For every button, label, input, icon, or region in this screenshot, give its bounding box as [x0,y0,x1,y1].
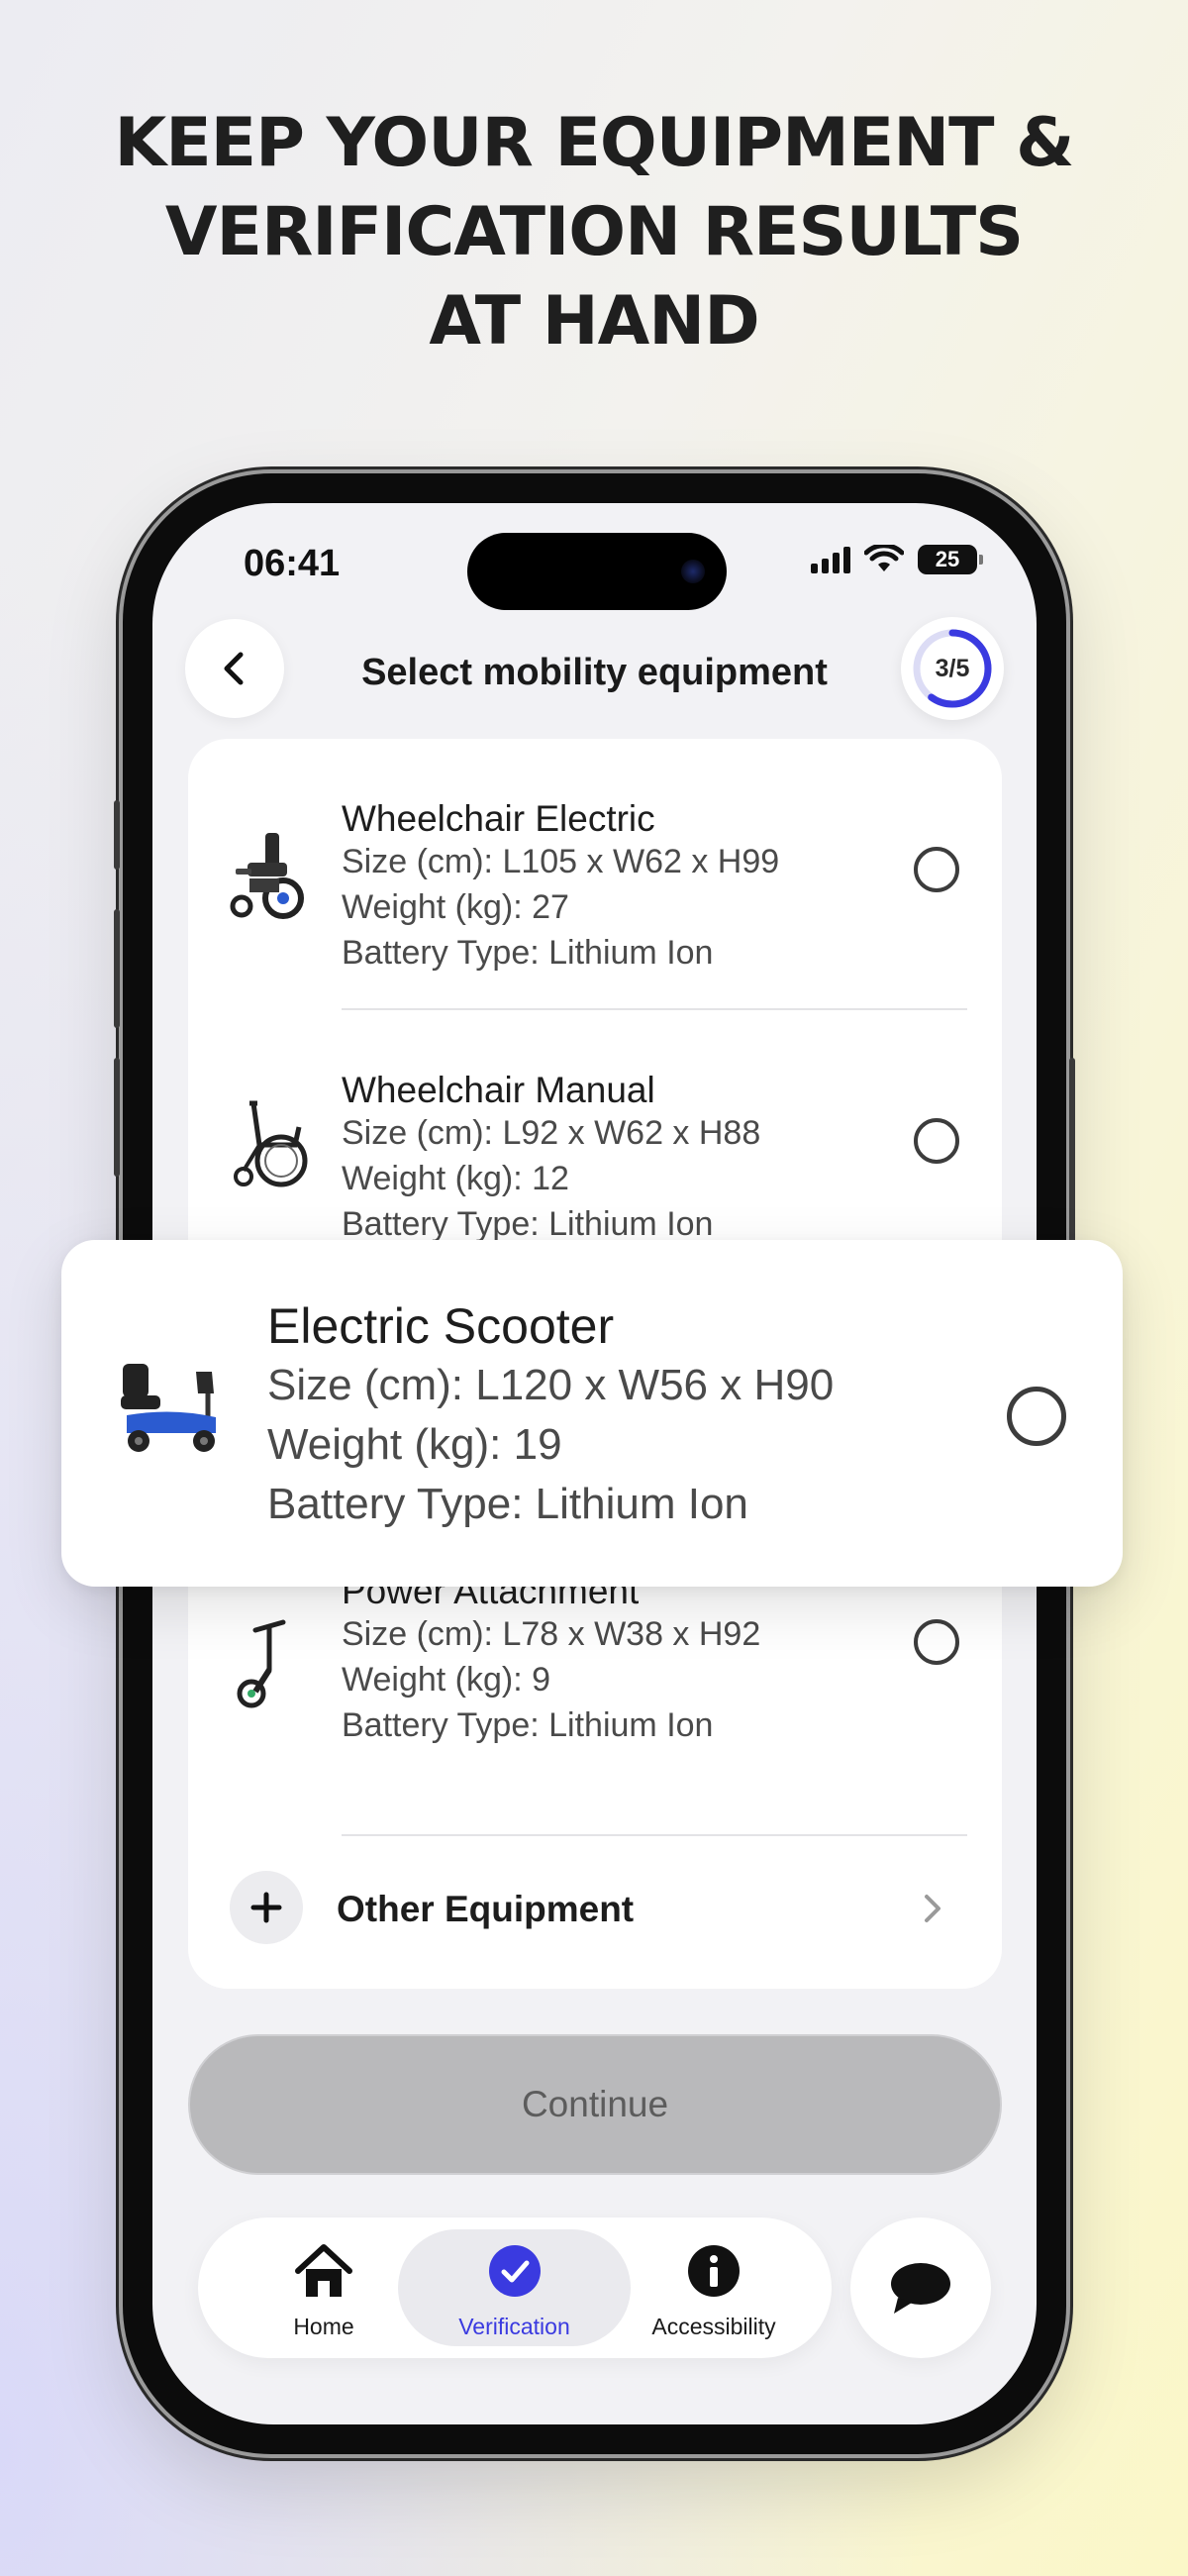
navigation-header: Select mobility equipment 3/5 [152,612,1037,721]
tab-home[interactable]: Home [225,2229,423,2346]
equipment-name: Electric Scooter [267,1298,615,1354]
equipment-weight: Weight (kg): 12 [342,1160,569,1197]
status-time: 06:41 [244,543,341,584]
equipment-size: Size (cm): L120 x W56 x H90 [267,1361,835,1409]
continue-button[interactable]: Continue [188,2034,1002,2175]
step-progress-indicator: 3/5 [901,617,1004,720]
select-radio-electric-scooter[interactable] [1007,1387,1066,1446]
tab-home-label: Home [293,2314,354,2339]
battery-level: 25 [935,547,960,571]
equipment-weight: Weight (kg): 27 [342,888,569,926]
equipment-battery: Battery Type: Lithium Ion [267,1480,748,1528]
front-camera [681,560,705,583]
equipment-name: Wheelchair Electric [342,798,655,839]
equipment-item-electric-scooter[interactable]: Electric Scooter Size (cm): L120 x W56 x… [61,1240,1123,1587]
wifi-icon [864,545,904,571]
select-radio-wheelchair-manual[interactable] [914,1118,959,1164]
other-equipment-label: Other Equipment [337,1889,635,1929]
power-button [1069,1058,1075,1246]
chevron-right-icon [921,1893,944,1929]
cellular-signal-icon [811,546,850,573]
tab-verification-label: Verification [458,2314,570,2339]
other-equipment-row[interactable]: Other Equipment [188,1863,1002,1952]
equipment-item-power-attachment[interactable]: Power Attachment Size (cm): L78 x W38 x … [188,1551,1002,1818]
equipment-size: Size (cm): L78 x W38 x H92 [342,1615,761,1653]
info-icon [606,2239,822,2303]
bottom-tab-bar: Home Verification Accessibility [198,2217,832,2358]
equipment-weight: Weight (kg): 19 [267,1420,562,1469]
status-icons: 25 [811,545,983,574]
equipment-item-wheelchair-electric[interactable]: Wheelchair Electric Size (cm): L105 x W6… [188,739,1002,1008]
volume-up-button [114,909,120,1028]
dynamic-island [467,533,727,610]
electric-scooter-icon [113,1354,232,1468]
select-radio-wheelchair-electric[interactable] [914,847,959,892]
headline-line-2: VERIFICATION RESULTS [164,193,1024,271]
progress-label: 3/5 [935,655,970,682]
equipment-size: Size (cm): L105 x W62 x H99 [342,843,780,880]
power-attachment-icon [226,1610,315,1714]
volume-down-button [114,1058,120,1177]
equipment-battery: Battery Type: Lithium Ion [342,1205,714,1243]
chat-bubble-icon [891,2263,950,2314]
headline-line-1: KEEP YOUR EQUIPMENT & [114,104,1075,182]
tab-verification[interactable]: Verification [398,2229,631,2346]
equipment-name: Wheelchair Manual [342,1070,655,1110]
mute-switch [114,800,120,870]
electric-wheelchair-icon [226,823,315,927]
check-circle-icon [398,2239,631,2303]
select-radio-power-attachment[interactable] [914,1619,959,1665]
tab-accessibility-label: Accessibility [651,2314,776,2339]
add-icon [230,1871,303,1944]
equipment-battery: Battery Type: Lithium Ion [342,1706,714,1744]
equipment-size: Size (cm): L92 x W62 x H88 [342,1114,761,1152]
home-icon [225,2239,423,2303]
battery-icon: 25 [918,545,983,574]
divider [342,1834,967,1836]
tab-accessibility[interactable]: Accessibility [606,2229,822,2346]
manual-wheelchair-icon [226,1091,315,1195]
promo-headline: KEEP YOUR EQUIPMENT & VERIFICATION RESUL… [0,99,1188,366]
equipment-battery: Battery Type: Lithium Ion [342,934,714,972]
equipment-weight: Weight (kg): 9 [342,1661,551,1699]
chat-button[interactable] [850,2217,991,2358]
headline-line-3: AT HAND [429,282,759,361]
